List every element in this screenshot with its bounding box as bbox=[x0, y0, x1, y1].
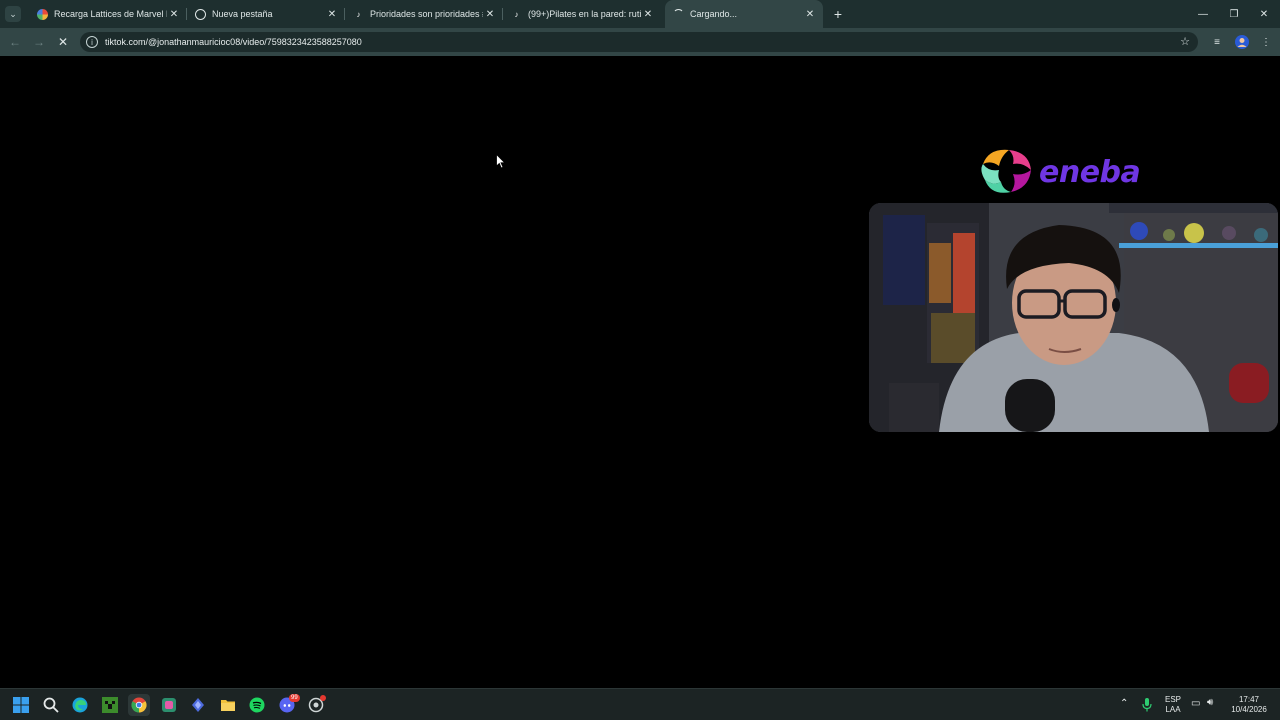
url-text[interactable]: tiktok.com/@jonathanmauricioc08/video/75… bbox=[105, 37, 362, 47]
windows-taskbar: 99 ⌃ ESP LAA ▭ 🔊︎ 17:47 10/4/2026 bbox=[0, 688, 1280, 720]
restore-button[interactable]: ❐ bbox=[1218, 0, 1250, 28]
start-button[interactable] bbox=[10, 694, 32, 716]
diamond-app-icon bbox=[192, 698, 204, 712]
keyboard-layout-code: LAA bbox=[1165, 705, 1181, 714]
show-hidden-icons-chevron-icon[interactable]: ⌃ bbox=[1120, 699, 1128, 709]
loading-spinner-icon bbox=[673, 8, 684, 20]
minecraft-taskbar-button[interactable] bbox=[99, 694, 121, 716]
profile-avatar-icon[interactable] bbox=[1235, 35, 1249, 49]
tab-title: Nueva pestaña bbox=[212, 9, 273, 19]
tab-title: Prioridades son prioridades #hu bbox=[370, 9, 483, 19]
tab-marvel-rivals[interactable]: Recarga Lattices de Marvel Rivals ✕ bbox=[29, 0, 187, 28]
bookmark-star-icon[interactable]: ☆ bbox=[1180, 35, 1190, 48]
address-bar[interactable]: i tiktok.com/@jonathanmauricioc08/video/… bbox=[80, 32, 1198, 52]
chrome-icon bbox=[131, 697, 147, 713]
close-tab-icon[interactable]: ✕ bbox=[641, 9, 655, 20]
clock-date: 10/4/2026 bbox=[1231, 705, 1267, 714]
clock-time: 17:47 bbox=[1238, 695, 1260, 704]
site-info-icon[interactable]: i bbox=[86, 36, 98, 48]
close-tab-icon[interactable]: ✕ bbox=[483, 9, 497, 20]
file-explorer-taskbar-button[interactable] bbox=[217, 694, 239, 716]
tiktok-favicon-icon: ♪ bbox=[514, 9, 519, 19]
close-tab-icon[interactable]: ✕ bbox=[325, 9, 339, 20]
discord-notification-badge: 99 bbox=[289, 694, 300, 702]
spotify-taskbar-button[interactable] bbox=[246, 694, 268, 716]
microphone-icon[interactable] bbox=[1142, 698, 1152, 715]
tab-loading[interactable]: Cargando... ✕ bbox=[665, 0, 823, 28]
recording-app-taskbar-button[interactable] bbox=[305, 694, 327, 716]
folder-icon bbox=[221, 700, 235, 711]
volume-icon[interactable]: 🔊︎ bbox=[1207, 698, 1213, 708]
windows-logo-icon bbox=[13, 697, 29, 713]
restore-icon: ❐ bbox=[1229, 8, 1239, 20]
colorful-app-icon bbox=[162, 698, 176, 712]
tab-search-button[interactable]: ⌄ bbox=[5, 6, 21, 22]
edge-icon bbox=[72, 697, 88, 713]
minimize-button[interactable]: — bbox=[1187, 0, 1219, 28]
close-icon: ✕ bbox=[1259, 8, 1269, 20]
close-tab-icon[interactable]: ✕ bbox=[803, 9, 817, 20]
stop-button[interactable]: ✕ bbox=[51, 30, 75, 54]
language-code: ESP bbox=[1164, 695, 1181, 704]
close-window-button[interactable]: ✕ bbox=[1248, 0, 1280, 28]
network-icon[interactable]: ▭ bbox=[1191, 699, 1200, 709]
minimize-icon: — bbox=[1198, 8, 1208, 20]
search-icon bbox=[43, 697, 59, 713]
chrome-favicon-icon bbox=[195, 8, 206, 20]
new-tab-button[interactable]: + bbox=[827, 6, 849, 22]
close-tab-icon[interactable]: ✕ bbox=[167, 9, 181, 20]
tab-title: Recarga Lattices de Marvel Rivals bbox=[54, 9, 167, 19]
menu-kebab-icon[interactable]: ⋮ bbox=[1259, 35, 1273, 49]
close-icon: ✕ bbox=[57, 35, 69, 49]
search-button[interactable] bbox=[40, 694, 62, 716]
red-dot-badge-icon bbox=[320, 695, 326, 701]
linear-app-taskbar-button[interactable] bbox=[187, 694, 209, 716]
minecraft-icon bbox=[102, 697, 118, 713]
clock[interactable]: 17:47 10/4/2026 bbox=[1226, 695, 1272, 715]
app-taskbar-button[interactable] bbox=[158, 694, 180, 716]
tiktok-favicon-icon: ♪ bbox=[356, 9, 361, 19]
webcam-overlay bbox=[869, 203, 1278, 432]
plus-icon: + bbox=[833, 6, 843, 22]
back-button[interactable]: ← bbox=[3, 30, 27, 54]
marvel-favicon-icon bbox=[37, 8, 48, 20]
eneba-logo: eneba bbox=[979, 146, 1141, 198]
arrow-right-icon: → bbox=[33, 35, 45, 49]
forward-button[interactable]: → bbox=[27, 30, 51, 54]
media-controls-icon[interactable]: ≡ bbox=[1210, 35, 1224, 49]
tab-title: (99+)Pilates en la pared: rutina bbox=[528, 9, 641, 19]
tab-tiktok-pilates[interactable]: ♪ (99+)Pilates en la pared: rutina ✕ bbox=[503, 0, 661, 28]
tab-strip: ⌄ Recarga Lattices de Marvel Rivals ✕ Nu… bbox=[0, 0, 1280, 28]
webcam-image bbox=[869, 203, 1278, 432]
tab-title: Cargando... bbox=[690, 9, 738, 19]
spotify-icon bbox=[249, 697, 265, 713]
language-indicator[interactable]: ESP LAA bbox=[1162, 695, 1184, 715]
chevron-down-icon: ⌄ bbox=[9, 8, 17, 19]
mouse-cursor-icon bbox=[496, 153, 506, 174]
edge-taskbar-button[interactable] bbox=[69, 694, 91, 716]
eneba-logo-mark-icon bbox=[981, 149, 1031, 193]
chrome-taskbar-button[interactable] bbox=[128, 694, 150, 716]
eneba-logo-text: eneba bbox=[1039, 154, 1141, 190]
discord-taskbar-button[interactable]: 99 bbox=[276, 694, 300, 716]
tab-tiktok-prioridades[interactable]: ♪ Prioridades son prioridades #hu ✕ bbox=[345, 0, 503, 28]
arrow-left-icon: ← bbox=[9, 35, 21, 49]
tab-new-tab[interactable]: Nueva pestaña ✕ bbox=[187, 0, 345, 28]
